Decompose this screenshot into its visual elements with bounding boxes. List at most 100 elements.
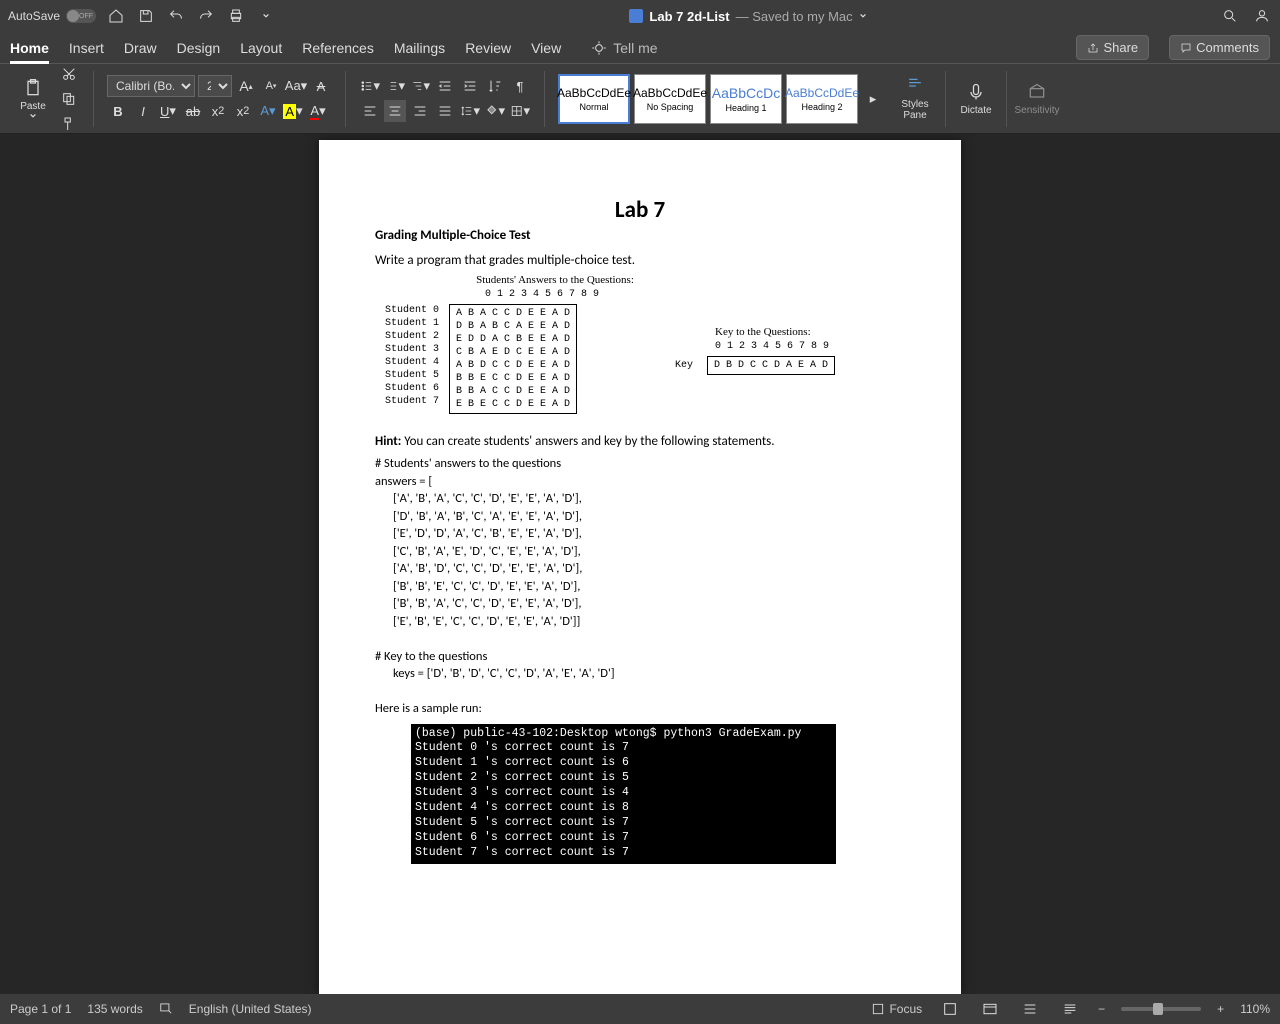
hint-paragraph: Hint: You can create students' answers a… [375, 434, 905, 449]
share-button[interactable]: Share [1076, 35, 1149, 60]
home-icon[interactable] [106, 6, 126, 26]
save-icon[interactable] [136, 6, 156, 26]
student-labels: Student 0Student 1Student 2Student 3Stud… [385, 304, 439, 414]
increase-indent-icon[interactable] [459, 75, 481, 97]
sensitivity-button[interactable]: Sensitivity [1016, 69, 1058, 129]
answers-box: A B A C C D E E A DD B A B C A E E A DE … [449, 304, 577, 414]
line-spacing-icon[interactable]: ▾ [459, 100, 481, 122]
tab-review[interactable]: Review [465, 34, 511, 62]
subscript-button[interactable]: x2 [207, 100, 229, 122]
key-label: Key [675, 359, 693, 372]
language-indicator[interactable]: English (United States) [189, 1002, 312, 1016]
key-indices: 0 1 2 3 4 5 6 7 8 9 [715, 341, 835, 352]
comments-button[interactable]: Comments [1169, 35, 1270, 60]
word-doc-icon [629, 9, 643, 23]
draft-view-icon[interactable] [1058, 999, 1082, 1019]
align-right-icon[interactable] [409, 100, 431, 122]
zoom-level[interactable]: 110% [1240, 1002, 1270, 1016]
undo-icon[interactable] [166, 6, 186, 26]
word-count[interactable]: 135 words [87, 1002, 142, 1016]
quick-access-dropdown-icon[interactable] [256, 6, 276, 26]
tab-design[interactable]: Design [177, 34, 221, 62]
multilevel-list-icon[interactable]: ▾ [409, 75, 431, 97]
redo-icon[interactable] [196, 6, 216, 26]
page[interactable]: Lab 7 Grading Multiple-Choice Test Write… [319, 140, 961, 994]
shading-icon[interactable]: ▾ [484, 100, 506, 122]
change-case-icon[interactable]: Aa▾ [285, 75, 307, 97]
tab-home[interactable]: Home [10, 34, 49, 62]
document-title: Lab 7 2d-List [649, 9, 729, 24]
title-bar: AutoSave OFF Lab 7 2d-List — Saved to my… [0, 0, 1280, 32]
answer-indices: 0 1 2 3 4 5 6 7 8 9 [485, 289, 655, 300]
italic-button[interactable]: I [132, 100, 154, 122]
sort-icon[interactable] [484, 75, 506, 97]
ribbon-tabs: Home Insert Draw Design Layout Reference… [0, 32, 1280, 64]
text-effects-icon[interactable]: A▾ [257, 100, 279, 122]
tab-draw[interactable]: Draw [124, 34, 157, 62]
show-marks-icon[interactable]: ¶ [509, 75, 531, 97]
page-indicator[interactable]: Page 1 of 1 [10, 1002, 71, 1016]
strikethrough-button[interactable]: ab [182, 100, 204, 122]
borders-icon[interactable]: ▾ [509, 100, 531, 122]
search-icon[interactable] [1220, 6, 1240, 26]
style-gallery-more-icon[interactable]: ▸ [862, 88, 884, 110]
bullets-icon[interactable]: ▾ [359, 75, 381, 97]
font-size-select[interactable]: 20 [198, 75, 232, 97]
tell-me[interactable]: Tell me [591, 40, 657, 56]
terminal-output: (base) public-43-102:Desktop wtong$ pyth… [411, 724, 836, 864]
status-bar: Page 1 of 1 135 words English (United St… [0, 994, 1280, 1024]
tab-references[interactable]: References [302, 34, 374, 62]
justify-icon[interactable] [434, 100, 456, 122]
tab-insert[interactable]: Insert [69, 34, 104, 62]
highlight-icon[interactable]: A▾ [282, 100, 304, 122]
print-icon[interactable] [226, 6, 246, 26]
focus-button[interactable]: Focus [871, 1002, 922, 1016]
section-heading: Grading Multiple-Choice Test [375, 228, 905, 243]
account-icon[interactable] [1252, 6, 1272, 26]
align-center-icon[interactable] [384, 100, 406, 122]
style-normal[interactable]: AaBbCcDdEe Normal [558, 74, 630, 124]
intro-text: Write a program that grades multiple-cho… [375, 253, 905, 268]
print-layout-view-icon[interactable] [938, 999, 962, 1019]
document-area[interactable]: Lab 7 Grading Multiple-Choice Test Write… [0, 134, 1280, 994]
cut-icon[interactable] [58, 63, 80, 85]
bold-button[interactable]: B [107, 100, 129, 122]
zoom-in-button[interactable]: + [1217, 1002, 1224, 1016]
style-heading1[interactable]: AaBbCcDc Heading 1 [710, 74, 782, 124]
outline-view-icon[interactable] [1018, 999, 1042, 1019]
styles-pane-button[interactable]: Styles Pane [894, 69, 936, 129]
decrease-font-icon[interactable]: A▾ [260, 75, 282, 97]
key-caption: Key to the Questions: [715, 326, 835, 338]
increase-font-icon[interactable]: A▴ [235, 75, 257, 97]
save-location: — Saved to my Mac [736, 9, 853, 24]
tab-mailings[interactable]: Mailings [394, 34, 445, 62]
align-left-icon[interactable] [359, 100, 381, 122]
font-color-icon[interactable]: A▾ [307, 100, 329, 122]
zoom-out-button[interactable]: − [1098, 1002, 1105, 1016]
tab-layout[interactable]: Layout [240, 34, 282, 62]
numbering-icon[interactable]: ▾ [384, 75, 406, 97]
style-heading2[interactable]: AaBbCcDdEe Heading 2 [786, 74, 858, 124]
style-gallery: AaBbCcDdEe Normal AaBbCcDdEe No Spacing … [554, 74, 888, 124]
answers-caption: Students' Answers to the Questions: [455, 274, 655, 286]
ribbon-toolbar: Paste Calibri (Bo... 20 A▴ A▾ Aa▾ A B I … [0, 64, 1280, 134]
autosave-switch[interactable]: OFF [66, 9, 96, 23]
style-no-spacing[interactable]: AaBbCcDdEe No Spacing [634, 74, 706, 124]
autosave-toggle[interactable]: AutoSave OFF [8, 9, 96, 23]
copy-icon[interactable] [58, 88, 80, 110]
decrease-indent-icon[interactable] [434, 75, 456, 97]
web-layout-view-icon[interactable] [978, 999, 1002, 1019]
superscript-button[interactable]: x2 [232, 100, 254, 122]
tab-view[interactable]: View [531, 34, 561, 62]
format-painter-icon[interactable] [58, 113, 80, 135]
clear-formatting-icon[interactable]: A [310, 75, 332, 97]
title-dropdown-icon[interactable] [859, 12, 867, 20]
underline-button[interactable]: U▾ [157, 100, 179, 122]
zoom-slider[interactable] [1121, 1007, 1201, 1011]
key-box: D B D C C D A E A D [707, 356, 835, 375]
code-block: # Students' answers to the questionsansw… [375, 455, 905, 718]
font-name-select[interactable]: Calibri (Bo... [107, 75, 195, 97]
spellcheck-icon[interactable] [159, 1001, 173, 1018]
paste-button[interactable]: Paste [12, 69, 54, 129]
dictate-button[interactable]: Dictate [955, 69, 997, 129]
